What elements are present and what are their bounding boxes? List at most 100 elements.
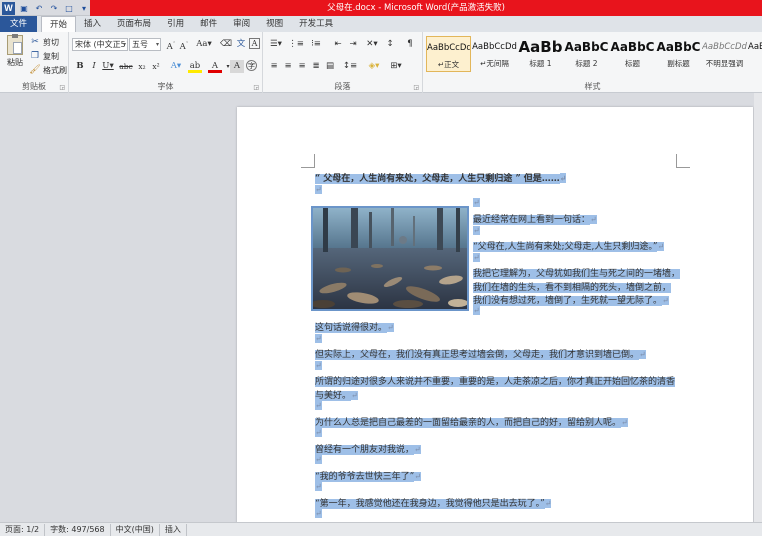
grow-font-icon[interactable]: A˄ [164, 38, 178, 52]
superscript-icon[interactable]: x² [149, 60, 163, 73]
save-icon[interactable]: ▣ [18, 2, 30, 14]
redo-icon[interactable]: ↷ [48, 2, 60, 14]
body-line[interactable]: 这句话说得很对。↵ [315, 320, 394, 333]
body-line[interactable]: 所谓的归途对很多人来说并不重要，重要的是，人走茶凉之后，你才真正开始回忆茶的清香 [315, 374, 676, 387]
font-size-combo[interactable]: 五号 ▾ [129, 38, 161, 51]
vertical-scrollbar[interactable] [754, 93, 762, 522]
align-right-icon[interactable]: ≡ [295, 60, 309, 73]
style-sample: AaBb [748, 42, 762, 52]
clear-formatting-icon[interactable]: ⌫ [219, 38, 233, 51]
crop-mark [301, 154, 315, 168]
show-marks-icon[interactable]: ¶ [403, 38, 417, 51]
body-line[interactable]: “父母在,人生尚有来处;父母走,人生只剩归途。”↵ [473, 239, 665, 252]
change-case-icon[interactable]: Aa▾ [195, 38, 213, 51]
tab-file[interactable]: 文件 [0, 16, 38, 32]
font-color-icon[interactable]: A [208, 60, 222, 73]
new-doc-icon[interactable]: □ [63, 2, 75, 14]
style-normal[interactable]: AaBbCcDd ↵正文 [426, 36, 471, 72]
bold-icon[interactable]: B [73, 60, 87, 73]
insert-mode[interactable]: 插入 [160, 523, 187, 536]
document-photo[interactable] [311, 206, 469, 311]
align-center-icon[interactable]: ≡ [281, 60, 295, 73]
multilevel-list-icon[interactable]: ⁝≡ [307, 38, 325, 51]
distributed-icon[interactable]: ▤ [323, 60, 337, 73]
paragraph-mark: ↵ [315, 334, 322, 343]
body-line[interactable]: 我们没有想过死，墙倒了，生死就一望无际了。↵ [473, 293, 669, 306]
align-left-icon[interactable]: ≡ [267, 60, 281, 73]
tab-view[interactable]: 视图 [258, 16, 291, 32]
body-line[interactable]: 我把它理解为，父母犹如我们生与死之间的一堵墙， [473, 266, 681, 279]
cut-button[interactable]: ✂ 剪切 [29, 36, 59, 48]
strikethrough-icon[interactable]: abc [119, 60, 133, 73]
body-line[interactable]: 与美好。↵ [315, 388, 358, 401]
body-line[interactable]: 但实际上，父母在，我们没有真正思考过墙会倒，父母走，我们才意识到墙已倒。↵ [315, 347, 646, 360]
justify-icon[interactable]: ≣ [309, 60, 323, 73]
document-area[interactable]: “ 父母在，人生尚有来处，父母走，人生只剩归途 ” 但是……↵ ↵ ↵ 最近经常… [0, 93, 762, 522]
tab-references[interactable]: 引用 [159, 16, 192, 32]
format-painter-button[interactable]: 🖌 格式刷 [29, 64, 67, 76]
chinese-layout-icon[interactable]: ✕▾ [363, 38, 381, 51]
body-line[interactable]: 最近经常在网上看到一句话：↵ [473, 212, 597, 225]
shrink-font-icon[interactable]: A˅ [177, 38, 191, 52]
customize-qat-icon[interactable]: ▾ [78, 2, 90, 14]
cut-label: 剪切 [43, 37, 59, 47]
document-page[interactable]: “ 父母在，人生尚有来处，父母走，人生只剩归途 ” 但是……↵ ↵ ↵ 最近经常… [237, 107, 753, 522]
body-text: 与美好。 [315, 391, 352, 401]
tab-insert[interactable]: 插入 [76, 16, 109, 32]
tab-review[interactable]: 审阅 [225, 16, 258, 32]
dialog-launcher-icon[interactable]: ◲ [59, 84, 65, 91]
tab-mailings[interactable]: 邮件 [192, 16, 225, 32]
style-no-spacing[interactable]: AaBbCcDd ↵无间隔 [472, 36, 517, 72]
paste-button[interactable]: 粘贴 [4, 34, 26, 68]
dialog-launcher-icon[interactable]: ◲ [253, 84, 259, 91]
bullets-icon[interactable]: ☰▾ [267, 38, 285, 51]
heading-line[interactable]: “ 父母在，人生尚有来处，父母走，人生只剩归途 ” 但是……↵ [315, 171, 567, 184]
text-effects-icon[interactable]: A▾ [169, 60, 183, 73]
body-text: 所谓的归途对很多人来说并不重要，重要的是，人走茶凉之后，你才真正开始回忆茶的清香 [315, 377, 676, 387]
body-text: 但实际上，父母在，我们没有真正思考过墙会倒，父母走，我们才意识到墙已倒。 [315, 350, 640, 360]
highlight-color-icon[interactable]: ab [188, 60, 202, 73]
body-line[interactable]: “我的爷爷去世快三年了”↵ [315, 469, 421, 482]
style-heading-2[interactable]: AaBbC 标题 2 [564, 36, 609, 72]
style-subtitle[interactable]: AaBbC 副标题 [656, 36, 701, 72]
font-name-value: 宋体 (中文正5 [75, 40, 126, 49]
increase-indent-icon[interactable]: ⇥ [346, 38, 360, 51]
font-group-label: 字体 [157, 82, 174, 91]
phonetic-guide-icon[interactable]: 文 [234, 38, 248, 51]
tab-page-layout[interactable]: 页面布局 [109, 16, 159, 32]
page-count[interactable]: 页面: 1/2 [0, 523, 46, 536]
character-shading-icon[interactable]: A [230, 60, 244, 73]
subscript-icon[interactable]: x₂ [135, 60, 149, 73]
style-name: ↵无间隔 [480, 59, 509, 68]
body-line[interactable]: “第一年，我感觉他还在我身边，我觉得他只是出去玩了。”↵ [315, 496, 552, 509]
style-more-partial[interactable]: AaBb [748, 36, 762, 72]
empty-paragraph: ↵ [315, 509, 322, 519]
borders-icon[interactable]: ⊞▾ [387, 60, 405, 73]
character-border-icon[interactable]: A [249, 38, 260, 49]
tab-developer[interactable]: 开发工具 [291, 16, 341, 32]
italic-icon[interactable]: I [87, 60, 101, 73]
line-spacing-icon[interactable]: ↕≡ [341, 60, 359, 73]
numbering-icon[interactable]: ⋮≡ [287, 38, 305, 51]
word-logo-icon[interactable]: W [2, 1, 15, 15]
style-subtle-emphasis[interactable]: AaBbCcDd 不明显强调 [702, 36, 747, 72]
word-count[interactable]: 字数: 497/568 [45, 523, 111, 536]
sort-icon[interactable]: ↕ [383, 38, 397, 51]
style-heading-1[interactable]: AaBb 标题 1 [518, 36, 563, 72]
undo-icon[interactable]: ↶ [33, 2, 45, 14]
style-title[interactable]: AaBbC 标题 [610, 36, 655, 72]
dialog-launcher-icon[interactable]: ◲ [413, 84, 419, 91]
font-name-combo[interactable]: 宋体 (中文正5 ▾ [72, 38, 128, 51]
tab-home[interactable]: 开始 [41, 16, 77, 32]
body-line[interactable]: 为什么人总是把自己最差的一面留给最亲的人，而把自己的好，留给别人呢。↵ [315, 415, 628, 428]
enclose-characters-icon[interactable]: 字 [246, 60, 257, 71]
underline-icon[interactable]: U▾ [101, 60, 115, 73]
body-line[interactable]: 我们在墙的生头，看不到相隔的死头，墙倒之前， [473, 280, 672, 293]
body-line[interactable]: 曾经有一个朋友对我说，↵ [315, 442, 421, 455]
language-indicator[interactable]: 中文(中国) [111, 523, 160, 536]
paste-icon [7, 34, 23, 55]
shading-icon[interactable]: ◈▾ [365, 60, 383, 73]
empty-paragraph: ↵ [315, 428, 322, 438]
decrease-indent-icon[interactable]: ⇤ [331, 38, 345, 51]
copy-button[interactable]: ❐ 复制 [29, 50, 59, 62]
